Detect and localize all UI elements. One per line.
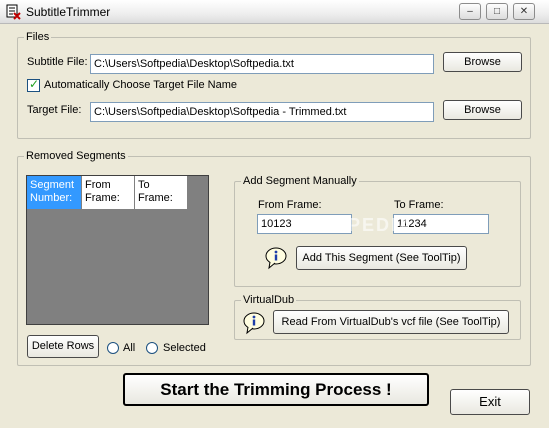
- radio-selected[interactable]: [146, 342, 158, 354]
- radio-all[interactable]: [107, 342, 119, 354]
- main-window: SubtitleTrimmer – □ ✕ Files Subtitle Fil…: [0, 0, 549, 428]
- auto-choose-checkbox[interactable]: ✓: [27, 77, 40, 92]
- column-to-frame[interactable]: To Frame:: [135, 176, 188, 210]
- subtitle-file-label: Subtitle File:: [27, 56, 88, 68]
- app-icon: [6, 4, 21, 20]
- to-frame-label: To Frame:: [394, 199, 444, 211]
- segments-grid[interactable]: Segment Number: From Frame: To Frame:: [26, 175, 209, 325]
- virtualdub-legend: VirtualDub: [243, 294, 295, 306]
- add-segment-button[interactable]: Add This Segment (See ToolTip): [296, 246, 467, 270]
- column-segment-number[interactable]: Segment Number:: [27, 176, 82, 210]
- subtitle-browse-button[interactable]: Browse: [443, 52, 522, 72]
- watermark: SOFTPEDIA: [292, 215, 414, 235]
- add-segment-legend: Add Segment Manually: [243, 175, 357, 187]
- checkmark-icon: ✓: [29, 77, 40, 91]
- close-button[interactable]: ✕: [513, 3, 535, 20]
- radio-all-label: All: [123, 342, 136, 354]
- info-balloon-icon: [265, 247, 287, 270]
- minimize-button[interactable]: –: [459, 3, 481, 20]
- from-frame-label: From Frame:: [258, 199, 322, 211]
- files-legend: Files: [26, 31, 50, 43]
- target-browse-button[interactable]: Browse: [443, 100, 522, 120]
- exit-button[interactable]: Exit: [450, 389, 530, 415]
- delete-rows-button[interactable]: Delete Rows: [27, 335, 99, 358]
- info-balloon-icon-vd: [243, 312, 265, 335]
- auto-choose-label: Automatically Choose Target File Name: [44, 79, 237, 91]
- title-bar[interactable]: SubtitleTrimmer – □ ✕: [0, 0, 549, 24]
- removed-segments-legend: Removed Segments: [26, 150, 126, 162]
- grid-header: Segment Number: From Frame: To Frame:: [27, 176, 188, 210]
- window-title: SubtitleTrimmer: [26, 5, 111, 19]
- target-file-label: Target File:: [27, 104, 82, 116]
- subtitle-file-input[interactable]: C:\Users\Softpedia\Desktop\Softpedia.txt: [90, 54, 434, 74]
- target-file-input[interactable]: C:\Users\Softpedia\Desktop\Softpedia - T…: [90, 102, 434, 122]
- column-from-frame[interactable]: From Frame:: [82, 176, 135, 210]
- start-trimming-button[interactable]: Start the Trimming Process !: [123, 373, 429, 406]
- read-vcf-button[interactable]: Read From VirtualDub's vcf file (See Too…: [273, 310, 509, 334]
- maximize-button[interactable]: □: [486, 3, 508, 20]
- radio-selected-label: Selected: [163, 342, 206, 354]
